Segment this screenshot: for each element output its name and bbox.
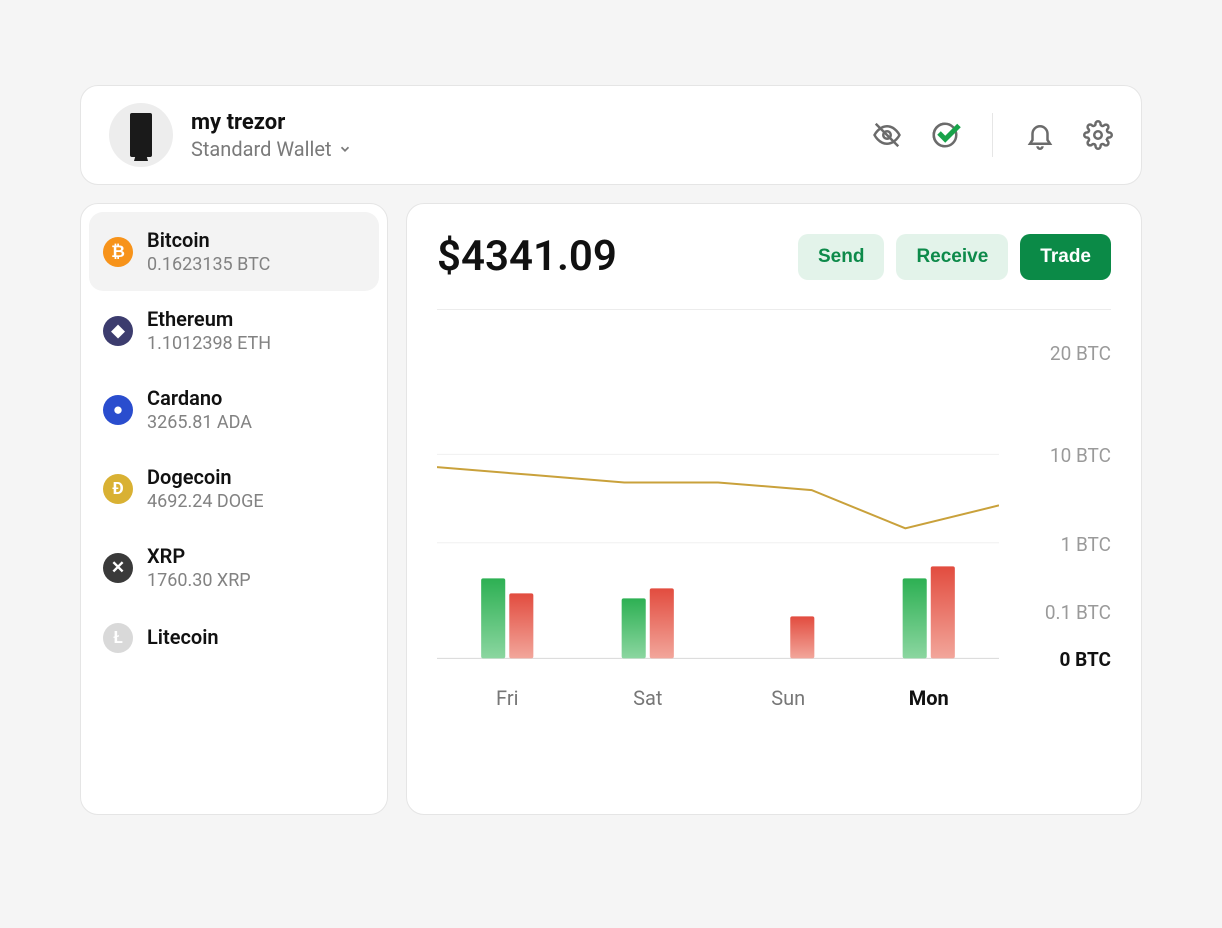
trade-button[interactable]: Trade [1020, 234, 1111, 280]
coin-balance: 0.1623135 BTC [147, 254, 270, 275]
x-tick: Fri [437, 686, 578, 710]
x-tick: Sat [578, 686, 719, 710]
coin-item-cardano[interactable]: ● Cardano3265.81 ADA [89, 370, 379, 449]
coin-item-xrp[interactable]: ✕ XRP1760.30 XRP [89, 528, 379, 607]
x-tick: Sun [718, 686, 859, 710]
coin-item-bitcoin[interactable]: ₿ Bitcoin0.1623135 BTC [89, 212, 379, 291]
trezor-device-icon [130, 113, 152, 157]
y-axis: 20 BTC 10 BTC 1 BTC 0.1 BTC 0 BTC [1011, 332, 1111, 672]
send-button[interactable]: Send [798, 234, 884, 280]
chevron-down-icon [338, 142, 352, 156]
chart: 20 BTC 10 BTC 1 BTC 0.1 BTC 0 BTC [437, 332, 1111, 672]
coin-balance: 1760.30 XRP [147, 570, 251, 591]
y-tick: 10 BTC [1050, 444, 1111, 467]
coin-item-dogecoin[interactable]: Ð Dogecoin4692.24 DOGE [89, 449, 379, 528]
coin-name: Ethereum [147, 307, 271, 331]
coin-name: Bitcoin [147, 228, 270, 252]
litecoin-icon: Ł [103, 623, 133, 653]
xrp-icon: ✕ [103, 553, 133, 583]
receive-button[interactable]: Receive [896, 234, 1008, 280]
chart-svg [437, 332, 999, 672]
coin-balance: 3265.81 ADA [147, 412, 252, 433]
bell-icon [1025, 120, 1055, 150]
check-icon [934, 118, 964, 148]
wallet-type-dropdown[interactable]: Standard Wallet [191, 137, 352, 161]
coin-name: XRP [147, 544, 251, 568]
cardano-icon: ● [103, 395, 133, 425]
x-axis: FriSatSunMon [437, 686, 1111, 710]
coin-item-ethereum[interactable]: ◆ Ethereum1.1012398 ETH [89, 291, 379, 370]
action-buttons: Send Receive Trade [798, 234, 1111, 280]
y-tick: 0.1 BTC [1045, 601, 1111, 624]
sidebar-fade [81, 724, 387, 814]
dogecoin-icon: Ð [103, 474, 133, 504]
y-tick: 0 BTC [1060, 648, 1111, 671]
eye-off-icon [872, 120, 902, 150]
chart-area [437, 332, 999, 672]
device-avatar [109, 103, 173, 167]
gear-icon [1083, 120, 1113, 150]
wallet-titles: my trezor Standard Wallet [191, 110, 352, 161]
header-icons [872, 113, 1113, 157]
ethereum-icon: ◆ [103, 316, 133, 346]
bitcoin-icon: ₿ [103, 237, 133, 267]
coin-sidebar: ₿ Bitcoin0.1623135 BTC ◆ Ethereum1.1012398 … [80, 203, 388, 815]
header-separator [992, 113, 993, 157]
balance-display: $4341.09 [437, 232, 617, 281]
settings-button[interactable] [1083, 120, 1113, 150]
header-card: my trezor Standard Wallet [80, 85, 1142, 185]
main-panel: $4341.09 Send Receive Trade 20 BTC 10 BTC… [406, 203, 1142, 815]
coin-name: Cardano [147, 386, 252, 410]
coin-balance: 1.1012398 ETH [147, 333, 271, 354]
y-tick: 1 BTC [1061, 533, 1111, 556]
coin-item-litecoin[interactable]: Ł Litecoin [89, 607, 379, 669]
x-tick: Mon [859, 686, 1000, 710]
coin-name: Litecoin [147, 625, 219, 649]
hide-balance-button[interactable] [872, 120, 902, 150]
main-top-row: $4341.09 Send Receive Trade [437, 232, 1111, 281]
discreet-mode-button[interactable] [930, 120, 960, 150]
coin-balance: 4692.24 DOGE [147, 491, 264, 512]
notifications-button[interactable] [1025, 120, 1055, 150]
y-tick: 20 BTC [1050, 342, 1111, 365]
wallet-type-label: Standard Wallet [191, 137, 332, 161]
divider [437, 309, 1111, 310]
wallet-name: my trezor [191, 110, 352, 135]
coin-name: Dogecoin [147, 465, 264, 489]
